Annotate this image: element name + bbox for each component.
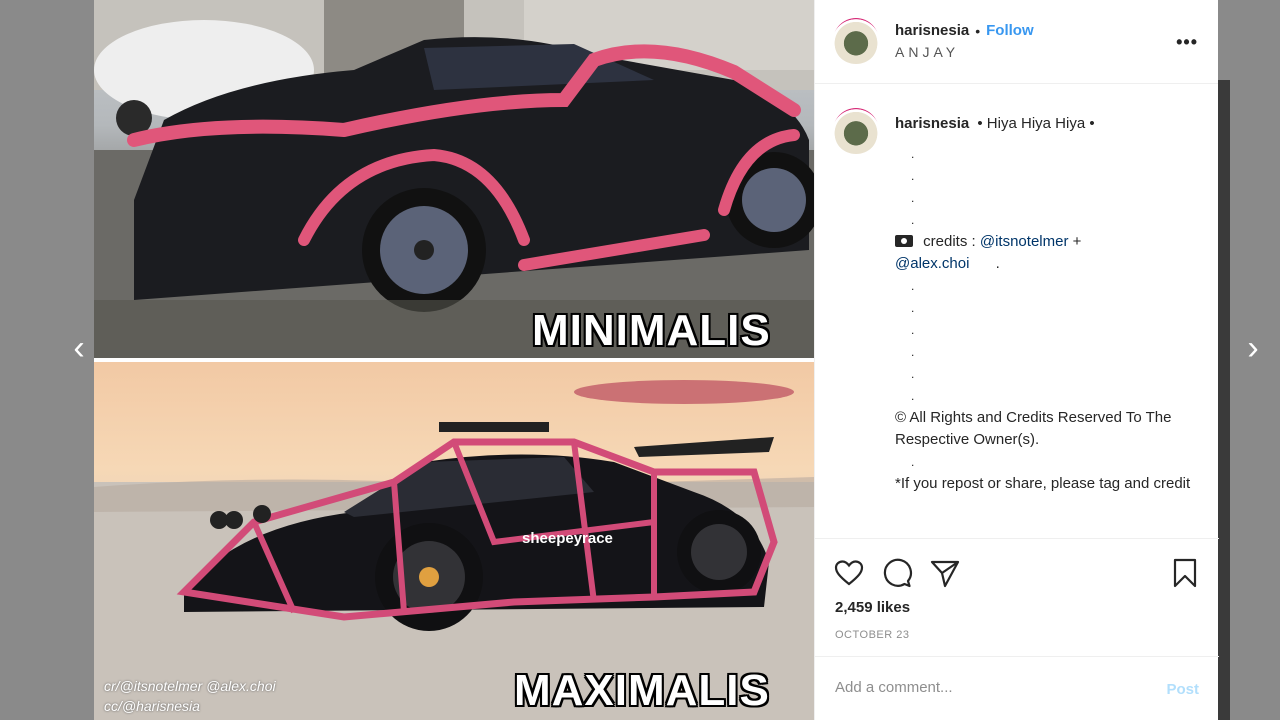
caption-body: . . . . credits : @itsnotelmer + @alex.c… — [895, 143, 1195, 495]
spacer-dot: . — [911, 279, 915, 293]
separator-dot: • — [975, 22, 981, 39]
spacer-dot-inline: . — [995, 255, 1000, 272]
header-user-row: harisnesia • Follow — [895, 22, 1034, 39]
top-panel-image: MINIMALIS — [94, 0, 814, 358]
caption-section: harisnesia • Hiya Hiya Hiya • . . . . cr… — [815, 85, 1219, 537]
mention-itsnotelmer[interactable]: @itsnotelmer — [980, 233, 1069, 250]
caption-username[interactable]: harisnesia — [895, 115, 969, 132]
caption-avatar[interactable] — [833, 108, 879, 154]
next-post-arrow[interactable]: › — [1238, 330, 1268, 366]
spacer-dot: . — [911, 367, 915, 381]
spacer-dot: . — [911, 147, 915, 161]
camera-icon — [895, 235, 913, 247]
avatar[interactable] — [833, 18, 879, 64]
previous-post-arrow[interactable]: ‹ — [64, 330, 94, 366]
post-header: harisnesia • Follow ANJAY ••• — [815, 0, 1218, 84]
top-caption: MINIMALIS — [532, 306, 771, 355]
spacer-dot: . — [911, 323, 915, 337]
comment-icon[interactable] — [881, 557, 913, 589]
post-comment-button[interactable]: Post — [1166, 681, 1199, 698]
location-link[interactable]: ANJAY — [895, 44, 959, 60]
share-icon[interactable] — [929, 557, 961, 589]
spacer-dot: . — [911, 213, 915, 227]
bookmark-icon[interactable] — [1169, 557, 1201, 589]
credits-label: credits : — [923, 233, 976, 250]
caption-first-line: harisnesia • Hiya Hiya Hiya • — [895, 115, 1095, 132]
post-media[interactable]: MINIMALIS sheepeyrace MAXIMALIS cr/@itsn… — [94, 0, 814, 720]
caption-text-first: • Hiya Hiya Hiya • — [977, 115, 1095, 132]
credits-plus: + — [1072, 233, 1082, 250]
credits-line-2: @alex.choi . — [895, 253, 1195, 275]
likes-count[interactable]: 2,459 likes — [835, 599, 910, 616]
rights-text: © All Rights and Credits Reserved To The… — [895, 409, 1172, 448]
spacer-dot: . — [911, 345, 915, 359]
heart-icon[interactable] — [833, 557, 865, 589]
spacer-dot: . — [911, 389, 915, 403]
post-date: OCTOBER 23 — [835, 629, 910, 641]
door-decal: sheepeyrace — [522, 530, 613, 547]
bottom-caption: MAXIMALIS — [514, 666, 770, 715]
comment-input[interactable] — [835, 679, 1135, 696]
actions-section: 2,459 likes OCTOBER 23 — [815, 538, 1219, 656]
more-options-icon[interactable]: ••• — [1176, 32, 1198, 53]
repost-text: *If you repost or share, please tag and … — [895, 475, 1191, 492]
header-username[interactable]: harisnesia — [895, 22, 969, 39]
background-next-post — [1218, 80, 1230, 720]
follow-button[interactable]: Follow — [986, 22, 1034, 39]
spacer-dot: . — [911, 301, 915, 315]
spacer-dot: . — [911, 455, 915, 469]
watermark-line-1: cr/@itsnotelmer @alex.choi — [104, 678, 276, 694]
mention-alex-choi[interactable]: @alex.choi — [895, 255, 969, 272]
image-watermark: cr/@itsnotelmer @alex.choi cc/@harisnesi… — [104, 676, 276, 716]
credits-line: credits : @itsnotelmer + — [895, 231, 1195, 253]
post-modal: MINIMALIS sheepeyrace MAXIMALIS cr/@itsn… — [94, 0, 1219, 720]
spacer-dot: . — [911, 169, 915, 183]
watermark-line-2: cc/@harisnesia — [104, 698, 200, 714]
spacer-dot: . — [911, 191, 915, 205]
comment-section: Post — [815, 656, 1219, 720]
post-sidebar: harisnesia • Follow ANJAY ••• harisnesia… — [814, 0, 1219, 720]
